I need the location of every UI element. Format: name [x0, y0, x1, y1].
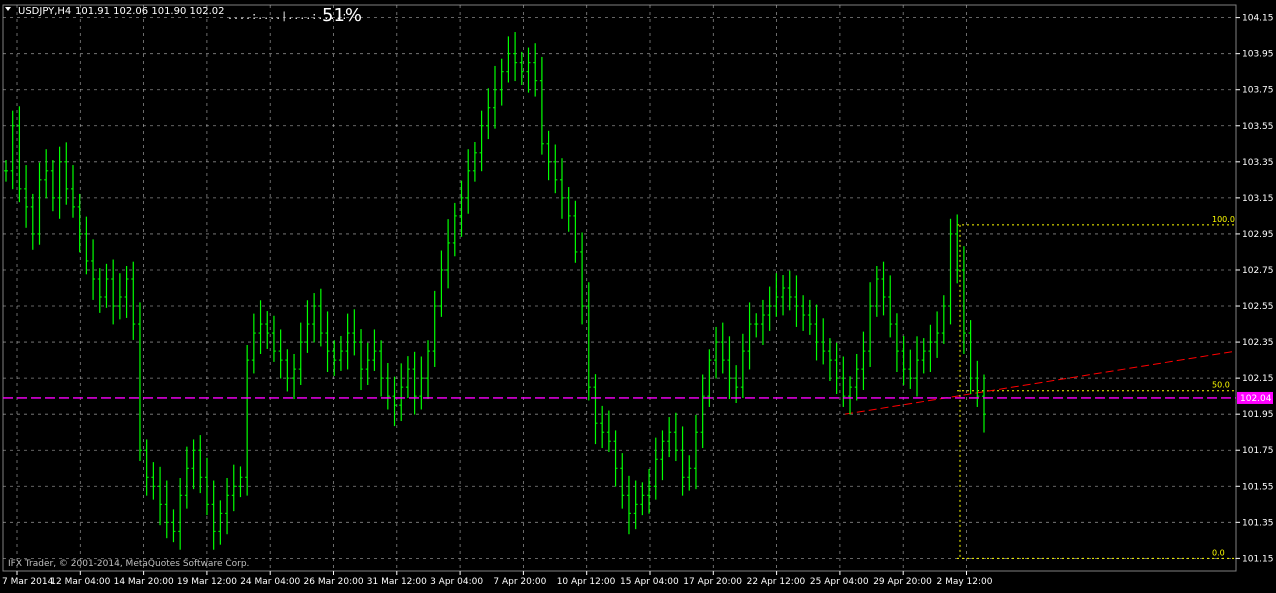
y-tick-label: 101.15: [1242, 554, 1274, 564]
y-tick-label: 101.75: [1242, 446, 1274, 456]
x-tick-label: 24 Mar 04:00: [240, 577, 300, 587]
y-tick-label: 103.95: [1242, 50, 1274, 60]
x-tick-label: 12 Mar 04:00: [50, 577, 110, 587]
y-tick-label: 102.35: [1242, 338, 1274, 348]
y-tick-label: 101.55: [1242, 482, 1274, 492]
y-tick-label: 104.15: [1242, 14, 1274, 24]
fibonacci-level-label: 100.0: [1212, 215, 1235, 224]
x-tick-label: 29 Apr 20:00: [873, 577, 932, 587]
y-tick-label: 101.95: [1242, 410, 1274, 420]
x-tick-label: 7 Apr 20:00: [493, 577, 546, 587]
y-tick-label: 101.35: [1242, 518, 1274, 528]
copyright-text: IFX Trader, © 2001-2014, MetaQuotes Soft…: [8, 559, 249, 569]
x-tick-label: 3 Apr 04:00: [430, 577, 483, 587]
x-tick-label: 17 Apr 20:00: [683, 577, 742, 587]
percent-indicator: 51%: [322, 5, 362, 26]
x-tick-label: 19 Mar 12:00: [177, 577, 237, 587]
x-tick-label: 7 Mar 2014: [2, 577, 54, 587]
x-tick-label: 15 Apr 04:00: [620, 577, 679, 587]
fibonacci-level-label: 0.0: [1212, 548, 1225, 557]
y-tick-label: 102.75: [1242, 266, 1274, 276]
y-tick-label: 103.55: [1242, 122, 1274, 132]
chart-background: [0, 0, 1276, 589]
price-chart[interactable]: 100.0 50.0 0.0 104.15 103.95 103.75 103.55 103…: [0, 0, 1276, 589]
y-tick-label: 102.15: [1242, 374, 1274, 384]
x-tick-label: 26 Mar 20:00: [304, 577, 364, 587]
x-tick-label: 31 Mar 12:00: [367, 577, 427, 587]
ohlc-values: 101.91 102.06 101.90 102.02: [75, 6, 225, 17]
current-price-label: 102.04: [1240, 394, 1272, 404]
y-tick-label: 103.15: [1242, 194, 1274, 204]
y-tick-label: 103.35: [1242, 158, 1274, 168]
x-tick-label: 14 Mar 20:00: [114, 577, 174, 587]
x-tick-label: 25 Apr 04:00: [810, 577, 869, 587]
x-tick-label: 10 Apr 12:00: [557, 577, 616, 587]
symbol-label: USDJPY,H4: [18, 6, 71, 17]
x-tick-label: 22 Apr 12:00: [747, 577, 806, 587]
y-tick-label: 102.55: [1242, 302, 1274, 312]
fibonacci-level-label: 50.0: [1212, 381, 1230, 390]
x-tick-label: 2 May 12:00: [937, 577, 993, 587]
y-tick-label: 103.75: [1242, 86, 1274, 96]
chart-canvas[interactable]: 100.0 50.0 0.0 104.15 103.95 103.75 103.55 103…: [0, 0, 1276, 589]
y-tick-label: 102.95: [1242, 230, 1274, 240]
